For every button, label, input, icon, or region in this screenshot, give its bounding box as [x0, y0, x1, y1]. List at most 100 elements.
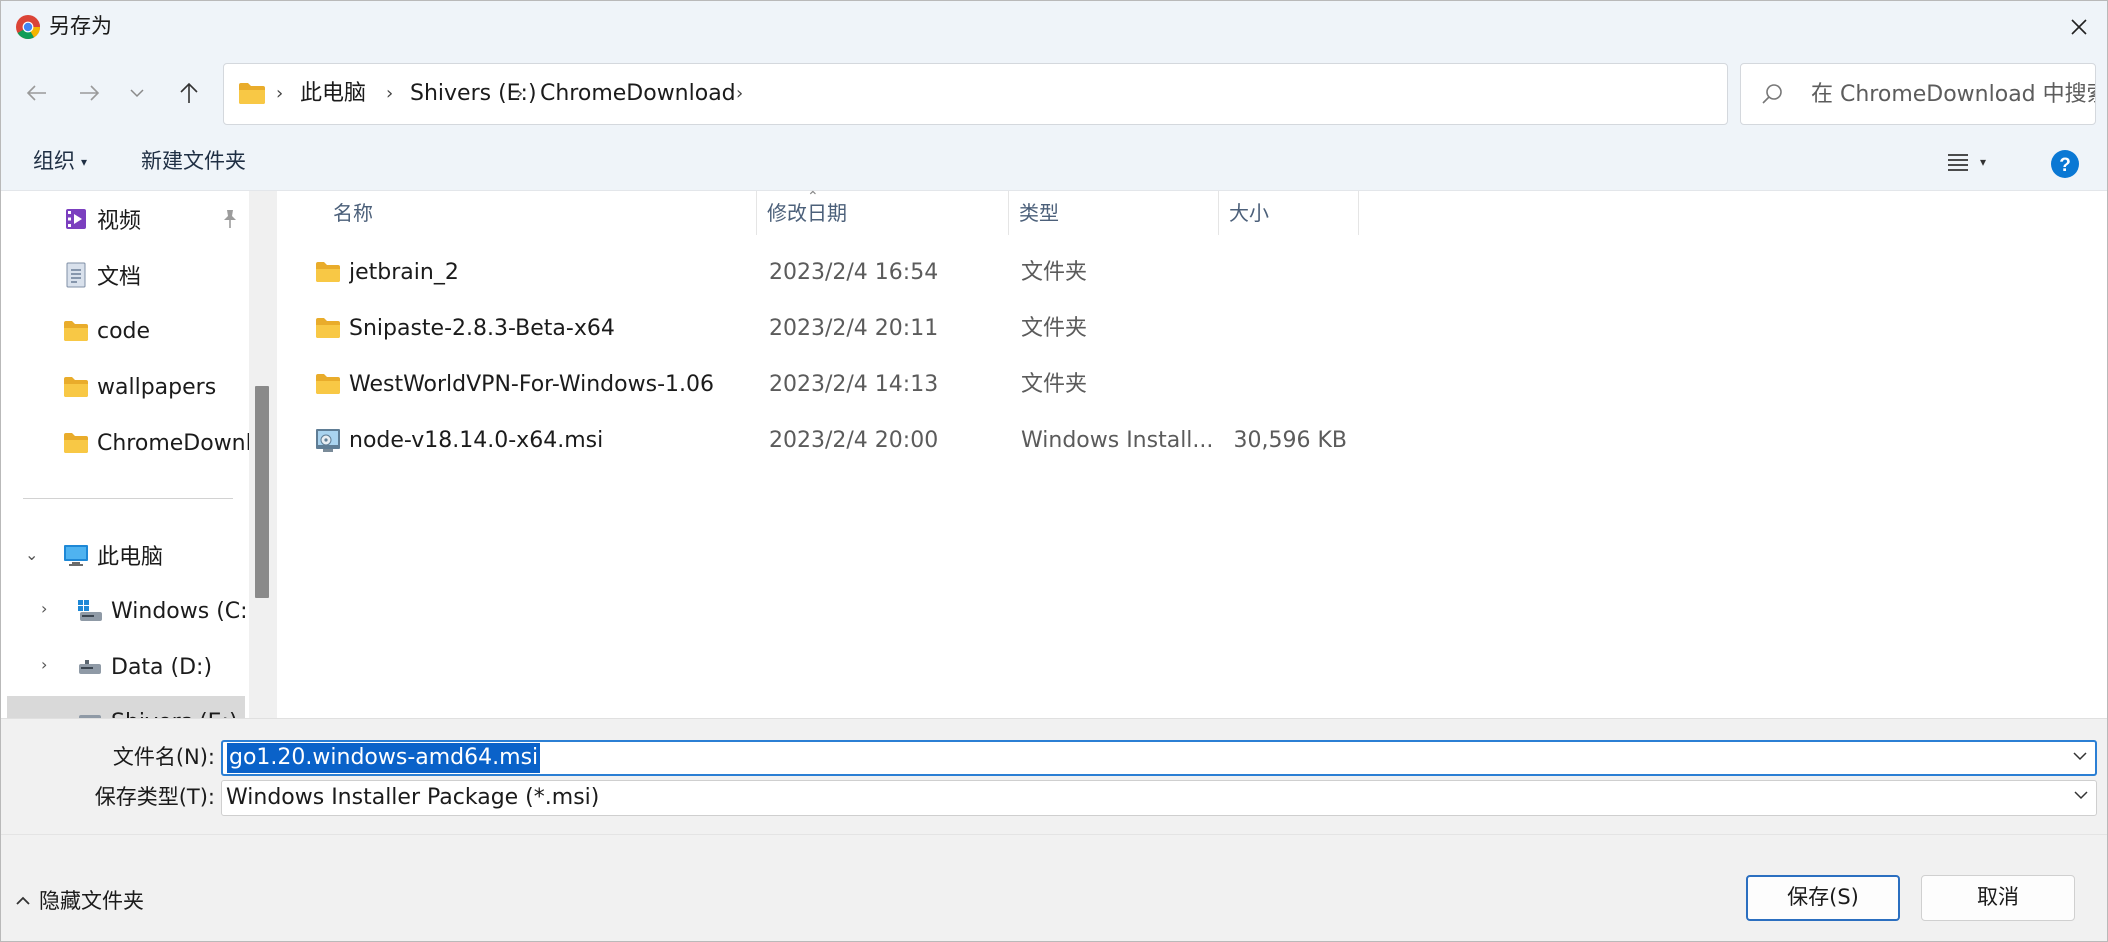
- column-header-type[interactable]: 类型: [1009, 191, 1219, 235]
- svg-text:?: ?: [2059, 155, 2071, 176]
- navigation-pane: 视频 文档 code wallpapers ChromeDownl: [1, 191, 249, 718]
- new-folder-button[interactable]: 新建文件夹: [141, 147, 246, 175]
- computer-icon: [63, 542, 89, 568]
- up-button[interactable]: [169, 73, 209, 113]
- sidebar-item-drive-d[interactable]: Data (D:): [77, 640, 249, 694]
- caret-down-icon: ▾: [81, 155, 88, 169]
- breadcrumb-separator-icon: ›: [386, 83, 394, 104]
- breadcrumb-this-pc[interactable]: 此电脑: [300, 80, 366, 108]
- folder-icon: [316, 374, 340, 394]
- column-header-date[interactable]: 修改日期: [757, 191, 1009, 235]
- filetype-select[interactable]: Windows Installer Package (*.msi): [221, 780, 2097, 816]
- sidebar-item-label: ChromeDownload: [97, 430, 249, 456]
- sidebar-item-label: 此电脑: [97, 545, 164, 570]
- file-type: 文件夹: [1021, 316, 1088, 341]
- file-date: 2023/2/4 20:00: [769, 428, 939, 453]
- search-box[interactable]: 在 ChromeDownload 中搜索: [1740, 63, 2096, 125]
- pin-icon[interactable]: [221, 209, 239, 229]
- file-row[interactable]: Snipaste-2.8.3-Beta-x64 2023/2/4 20:11 文…: [277, 301, 2107, 357]
- chevron-down-icon[interactable]: ⌄: [25, 545, 38, 564]
- breadcrumb-separator-icon: ›: [276, 83, 284, 104]
- breadcrumb-separator-icon: ›: [516, 83, 524, 104]
- close-button[interactable]: [2057, 9, 2101, 45]
- chevron-down-icon: [2074, 791, 2088, 800]
- file-name: node-v18.14.0-x64.msi: [349, 428, 604, 453]
- chevron-down-icon[interactable]: [2073, 751, 2087, 761]
- hide-folders-toggle[interactable]: 隐藏文件夹: [15, 887, 144, 915]
- breadcrumb-separator-icon: ›: [736, 83, 744, 104]
- sidebar-item-label: 文档: [97, 265, 142, 290]
- column-header-name[interactable]: 名称: [323, 191, 757, 235]
- navigation-bar: › 此电脑 › Shivers (E:) › ChromeDownload › …: [1, 53, 2107, 133]
- recent-locations-button[interactable]: [119, 73, 155, 113]
- video-icon: [63, 206, 89, 232]
- file-row[interactable]: jetbrain_2 2023/2/4 16:54 文件夹: [277, 245, 2107, 301]
- msi-installer-icon: [316, 429, 340, 452]
- forward-button[interactable]: [69, 73, 109, 113]
- folder-icon: [63, 430, 89, 456]
- navigation-scrollbar-thumb[interactable]: [255, 386, 269, 598]
- sidebar-item-label: code: [97, 318, 151, 344]
- document-icon: [63, 262, 89, 288]
- save-button[interactable]: 保存(S): [1746, 875, 1900, 921]
- back-button[interactable]: [17, 73, 57, 113]
- sidebar-item-label: Data (D:): [111, 654, 213, 680]
- file-list: ⌃ 名称 修改日期 类型 大小 jetbrain_2 2023/2/4 16:5…: [277, 189, 2107, 718]
- file-row[interactable]: WestWorldVPN-For-Windows-1.06 2023/2/4 1…: [277, 357, 2107, 413]
- sidebar-item-videos[interactable]: 视频: [63, 192, 243, 246]
- sidebar-item-code[interactable]: code: [63, 304, 243, 358]
- chevron-right-icon[interactable]: ›: [41, 599, 47, 618]
- command-bar: 组织 ▾ 新建文件夹 ▾: [1, 133, 2107, 191]
- filename-label: 文件名(N):: [112, 745, 215, 769]
- search-icon: [1762, 84, 1782, 104]
- folder-icon: [316, 262, 340, 282]
- save-as-dialog: 另存为 › 此电脑 › Shivers (E:) › ChromeDownloa…: [0, 0, 2108, 942]
- sidebar-item-chromedownload[interactable]: ChromeDownload: [63, 416, 249, 470]
- file-date: 2023/2/4 14:13: [769, 372, 939, 397]
- sidebar-item-documents[interactable]: 文档: [63, 248, 243, 302]
- chevron-up-icon: [16, 896, 30, 905]
- sidebar-item-drive-e[interactable]: Shivers (E:): [77, 696, 249, 718]
- sidebar-item-label: Shivers (E:): [111, 710, 238, 718]
- organize-menu-button[interactable]: 组织 ▾: [33, 147, 87, 176]
- filename-input[interactable]: go1.20.windows-amd64.msi: [221, 740, 2097, 776]
- address-bar[interactable]: › 此电脑 › Shivers (E:) › ChromeDownload ›: [223, 63, 1917, 125]
- sidebar-item-drive-c[interactable]: Windows (C:): [77, 584, 249, 638]
- folder-icon: [316, 318, 340, 338]
- folder-icon: [239, 83, 265, 104]
- filename-value: go1.20.windows-amd64.msi: [227, 743, 541, 773]
- chrome-logo-icon: [16, 15, 41, 40]
- search-placeholder: 在 ChromeDownload 中搜索: [1811, 82, 2096, 107]
- sidebar-item-label: 视频: [97, 209, 142, 234]
- file-date: 2023/2/4 16:54: [769, 260, 939, 285]
- chevron-right-icon[interactable]: ›: [41, 655, 47, 674]
- save-form-panel: 文件名(N): go1.20.windows-amd64.msi 保存类型(T)…: [1, 718, 2107, 941]
- drive-icon: [77, 654, 103, 680]
- help-icon[interactable]: ?: [2050, 149, 2080, 179]
- view-options-button[interactable]: ▾: [1946, 145, 2006, 179]
- filetype-label: 保存类型(T):: [94, 785, 215, 809]
- caret-down-icon: ▾: [1980, 155, 1987, 169]
- sidebar-item-label: wallpapers: [97, 374, 217, 400]
- breadcrumb-chromedownload[interactable]: ChromeDownload: [540, 80, 736, 108]
- file-type: Windows Install...: [1021, 428, 1211, 453]
- file-name: Snipaste-2.8.3-Beta-x64: [349, 316, 615, 341]
- sidebar-divider: [23, 498, 233, 499]
- bottom-divider: [1, 834, 2107, 835]
- list-view-icon: [1948, 154, 1968, 171]
- file-type: 文件夹: [1021, 372, 1088, 397]
- cancel-button[interactable]: 取消: [1921, 875, 2075, 921]
- sidebar-item-this-pc[interactable]: 此电脑: [63, 528, 243, 582]
- sidebar-item-wallpapers[interactable]: wallpapers: [63, 360, 243, 414]
- folder-icon: [63, 318, 89, 344]
- file-name: WestWorldVPN-For-Windows-1.06: [349, 372, 714, 397]
- organize-label: 组织: [33, 149, 75, 173]
- file-name: jetbrain_2: [349, 260, 459, 285]
- file-date: 2023/2/4 20:11: [769, 316, 939, 341]
- title-bar: 另存为: [1, 1, 2107, 53]
- column-header-size[interactable]: 大小: [1219, 191, 1359, 235]
- file-type: 文件夹: [1021, 260, 1088, 285]
- arrow-left-icon: [26, 85, 46, 101]
- filetype-value: Windows Installer Package (*.msi): [226, 785, 600, 810]
- file-row[interactable]: node-v18.14.0-x64.msi 2023/2/4 20:00 Win…: [277, 413, 2107, 469]
